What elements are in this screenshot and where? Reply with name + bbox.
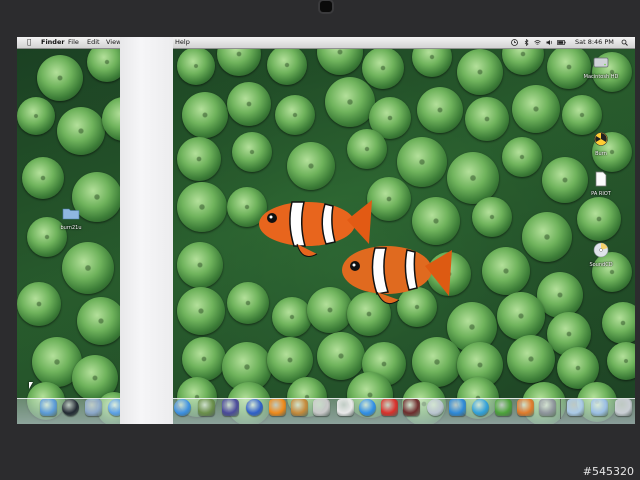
bluetooth-icon[interactable] bbox=[523, 39, 530, 46]
anemone-bubble bbox=[287, 142, 335, 190]
dock-imovie-icon[interactable] bbox=[222, 399, 239, 416]
anemone-bubble bbox=[275, 95, 315, 135]
dock-separator bbox=[560, 399, 561, 419]
anemone-bubble bbox=[232, 132, 272, 172]
anemone-bubble bbox=[267, 45, 307, 85]
desktop-icon-label: burn21u bbox=[60, 225, 82, 231]
dock-downloads-stack-icon[interactable] bbox=[567, 399, 584, 416]
anemone-bubble bbox=[465, 97, 509, 141]
dock-grab-icon[interactable] bbox=[495, 399, 512, 416]
dock-ichat-icon[interactable] bbox=[472, 399, 489, 416]
dock-itunes-icon[interactable] bbox=[174, 399, 191, 416]
anemone-bubble bbox=[325, 77, 375, 127]
anemone-bubble bbox=[182, 92, 228, 138]
clownfish-wallpaper bbox=[259, 200, 452, 305]
folder-icon bbox=[62, 208, 80, 220]
time-machine-icon[interactable] bbox=[511, 39, 518, 46]
dock-pages-icon[interactable] bbox=[517, 399, 534, 416]
dock-iphoto-icon[interactable] bbox=[198, 399, 215, 416]
menu-help[interactable]: Help bbox=[175, 37, 190, 48]
anemone-bubble bbox=[177, 242, 223, 288]
anemone-bubble bbox=[602, 302, 635, 344]
dock-mail-icon[interactable] bbox=[85, 399, 102, 416]
anemone-bubble bbox=[497, 292, 545, 340]
desktop-icon-label: SoundCD bbox=[589, 262, 613, 268]
anemone-bubble bbox=[397, 137, 447, 187]
dock-photo-booth-icon[interactable] bbox=[403, 399, 420, 416]
anemone-bubble bbox=[512, 85, 560, 133]
menu-edit[interactable]: Edit bbox=[87, 37, 100, 48]
anemone-bubble bbox=[227, 82, 271, 126]
dock-garageband-icon[interactable] bbox=[291, 399, 308, 416]
cd-icon bbox=[593, 242, 609, 258]
anemone-bubble bbox=[607, 342, 635, 380]
anemone-bubble bbox=[472, 197, 512, 237]
hard-drive-icon bbox=[593, 57, 609, 68]
anemone-bubble bbox=[177, 47, 215, 85]
dock-preview-icon[interactable] bbox=[381, 399, 398, 416]
dock-documents-stack-icon[interactable] bbox=[591, 399, 608, 416]
anemone-bubble bbox=[522, 212, 572, 262]
watermark: #545320 bbox=[582, 465, 634, 478]
dock-address-book-icon[interactable] bbox=[313, 399, 330, 416]
battery-icon[interactable] bbox=[557, 39, 566, 46]
desktop-icon-macintosh-hd[interactable]: Macintosh HD bbox=[580, 54, 622, 81]
dock-idvd-icon[interactable] bbox=[246, 399, 263, 416]
apple-menu-icon[interactable]:  bbox=[27, 37, 31, 48]
desktop-icon-pa-riot[interactable]: PA RIOT bbox=[580, 171, 622, 198]
desktop-icon-label: Burn bbox=[595, 151, 607, 157]
anemone-bubble bbox=[417, 87, 463, 133]
anemone-bubble bbox=[362, 47, 404, 89]
desktop-icon-label: PA RIOT bbox=[591, 191, 611, 197]
anemone-bubble bbox=[482, 247, 530, 295]
anemone-bubble bbox=[347, 129, 387, 169]
spotlight-icon[interactable] bbox=[621, 39, 628, 46]
desktop-icon-burn[interactable]: Burn bbox=[580, 131, 622, 158]
dock-vlc-icon[interactable] bbox=[269, 399, 286, 416]
anemone-bubble bbox=[22, 157, 64, 199]
anemone-bubble bbox=[17, 97, 55, 135]
webcam bbox=[320, 1, 332, 12]
anemone-bubble bbox=[177, 182, 227, 232]
menu-clock[interactable]: Sat 8:46 PM bbox=[575, 37, 614, 48]
anemone-bubble bbox=[412, 337, 462, 387]
dock-trash-icon[interactable] bbox=[615, 399, 632, 416]
dock-system-preferences-icon[interactable] bbox=[539, 399, 556, 416]
document-icon bbox=[595, 171, 607, 187]
dock-app-store-icon[interactable] bbox=[449, 399, 466, 416]
dock-finder-icon[interactable] bbox=[40, 399, 57, 416]
dock-dashboard-icon[interactable] bbox=[62, 399, 79, 416]
anemone-bubble bbox=[502, 137, 542, 177]
desktop-icon-soundcd[interactable]: SoundCD bbox=[580, 242, 622, 269]
desktop-icon-burn21u[interactable]: burn21u bbox=[50, 205, 92, 232]
dock-quicktime-icon[interactable] bbox=[359, 399, 376, 416]
anemone-bubble bbox=[562, 95, 602, 135]
anemone-bubble bbox=[37, 55, 83, 101]
dock-ical-icon[interactable] bbox=[337, 399, 354, 416]
burn-folder-icon bbox=[594, 132, 608, 146]
anemone-bubble bbox=[62, 242, 114, 294]
anemone-bubble bbox=[177, 287, 225, 335]
desktop-icon-label: Macintosh HD bbox=[583, 74, 619, 80]
anemone-bubble bbox=[317, 332, 365, 380]
anemone-bubble bbox=[77, 297, 125, 345]
anemone-bubble bbox=[57, 107, 105, 155]
display-glitch-band bbox=[120, 37, 173, 424]
anemone-bubble bbox=[177, 137, 221, 181]
mouse-cursor bbox=[29, 382, 33, 389]
menu-app-finder[interactable]: Finder bbox=[41, 37, 65, 48]
mac-desktop-screen:  Finder File Edit View Help Sat 8:46 PM… bbox=[17, 37, 635, 424]
anemone-bubble bbox=[577, 197, 621, 241]
dock-itunes-cd-icon[interactable] bbox=[427, 399, 444, 416]
menu-bar:  Finder File Edit View Help Sat 8:46 PM bbox=[17, 37, 635, 49]
anemone-bubble bbox=[182, 337, 226, 381]
anemone-bubble bbox=[507, 335, 555, 383]
volume-icon[interactable] bbox=[546, 39, 553, 46]
anemone-bubble bbox=[457, 49, 503, 95]
wifi-icon[interactable] bbox=[534, 39, 541, 46]
anemone-bubble bbox=[17, 282, 61, 326]
menu-file[interactable]: File bbox=[68, 37, 79, 48]
